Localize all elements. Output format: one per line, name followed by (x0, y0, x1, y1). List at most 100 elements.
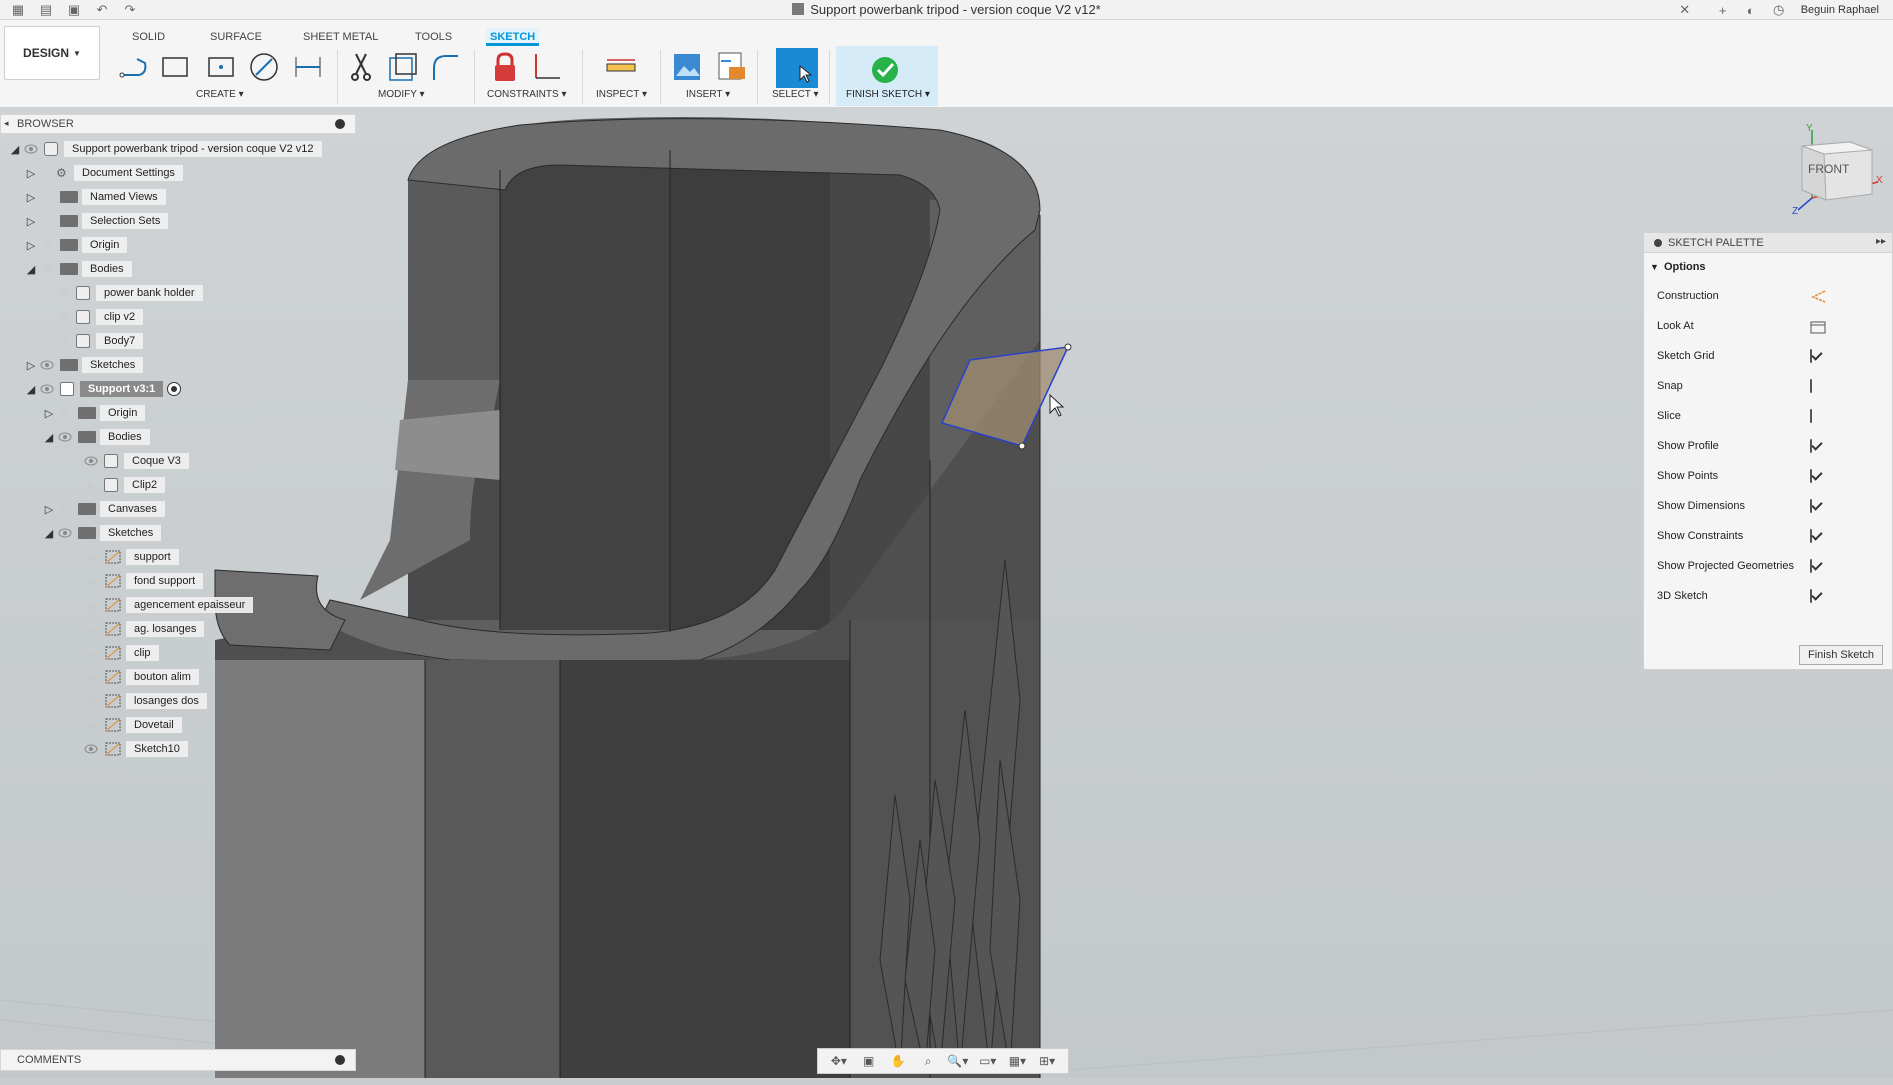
browser-header[interactable]: ◂ BROWSER (0, 114, 356, 134)
pin-panel-icon[interactable] (335, 119, 345, 129)
add-comment-icon[interactable] (335, 1055, 345, 1065)
show-profile-checkbox[interactable] (1810, 439, 1812, 453)
lock-constraint-icon[interactable] (488, 50, 522, 84)
viewports-icon[interactable]: ⊞▾ (1036, 1052, 1058, 1070)
option-show-projected-geometries[interactable]: Show Projected Geometries (1644, 551, 1892, 581)
trim-scissors-icon[interactable] (344, 50, 378, 84)
look-at-icon[interactable] (1810, 320, 1826, 334)
tree-item-body[interactable]: ◌ Body7 (54, 331, 144, 351)
visibility-eye-icon[interactable]: ◌ (82, 622, 100, 636)
tab-sheet-metal[interactable]: SHEET METAL (303, 28, 378, 46)
job-status-icon[interactable]: ◐ (1737, 0, 1765, 20)
visibility-eye-icon[interactable]: ◌ (82, 598, 100, 612)
option-sketch-grid[interactable]: Sketch Grid (1644, 341, 1892, 371)
show-dimensions-checkbox[interactable] (1810, 499, 1812, 513)
option-snap[interactable]: Snap (1644, 371, 1892, 401)
center-rectangle-tool-icon[interactable] (204, 50, 238, 84)
circle-tool-icon[interactable] (247, 50, 281, 84)
select-tool-button[interactable] (776, 48, 818, 88)
tree-item-body[interactable]: ◌ power bank holder (54, 283, 203, 303)
modify-menu[interactable]: MODIFY ▾ (378, 89, 425, 100)
offset-tool-icon[interactable] (386, 50, 420, 84)
visibility-eye-icon[interactable]: ◌ (82, 718, 100, 732)
option-show-constraints[interactable]: Show Constraints (1644, 521, 1892, 551)
tree-item-sketch[interactable]: ◌ ag. losanges (82, 619, 205, 639)
finish-sketch-button[interactable]: Finish Sketch (1799, 645, 1883, 665)
viewcube[interactable]: Y X Z FRONT (1790, 120, 1885, 220)
visibility-eye-icon[interactable] (22, 142, 40, 156)
tree-item-origin[interactable]: ▷ ◌ Origin (24, 235, 128, 255)
visibility-eye-icon[interactable]: ◌ (56, 406, 74, 420)
create-menu[interactable]: CREATE ▾ (196, 89, 244, 100)
tree-item-sketch[interactable]: ◌ support (82, 547, 179, 567)
collapse-panel-icon[interactable]: ◂ (4, 118, 9, 129)
collapse-triangle-icon[interactable]: ◢ (42, 430, 56, 444)
tree-item-sketch[interactable]: ◌ losanges dos (82, 691, 207, 711)
option-3d-sketch[interactable]: 3D Sketch (1644, 581, 1892, 611)
collapse-triangle-icon[interactable]: ▼ (1650, 262, 1659, 272)
expand-triangle-icon[interactable]: ▷ (24, 166, 38, 180)
close-tab-icon[interactable]: ✕ (1671, 0, 1699, 20)
expand-triangle-icon[interactable]: ▷ (42, 406, 56, 420)
visibility-eye-icon[interactable] (82, 742, 100, 756)
workspace-switcher[interactable]: DESIGN ▼ (4, 26, 100, 80)
look-at-icon[interactable]: ▣ (858, 1052, 880, 1070)
show-projected-geometries-checkbox[interactable] (1810, 559, 1812, 573)
tree-item-sketch[interactable]: ◌ Dovetail (82, 715, 182, 735)
sketch-grid-checkbox[interactable] (1810, 349, 1812, 363)
3d-sketch-checkbox[interactable] (1810, 589, 1812, 603)
tab-sketch[interactable]: SKETCH (486, 28, 540, 46)
tree-item-body[interactable]: ◌ Clip2 (82, 475, 166, 495)
tab-tools[interactable]: TOOLS (415, 28, 452, 46)
visibility-eye-icon[interactable]: ◌ (82, 550, 100, 564)
comments-panel[interactable]: COMMENTS (0, 1049, 356, 1071)
insert-menu[interactable]: INSERT ▾ (686, 89, 730, 100)
constraints-menu[interactable]: CONSTRAINTS ▾ (487, 89, 566, 100)
tree-item-body[interactable]: Coque V3 (82, 451, 189, 471)
visibility-eye-icon[interactable]: ◌ (54, 286, 72, 300)
tree-item-selection-sets[interactable]: ▷ Selection Sets (24, 211, 169, 231)
tree-item-canvases[interactable]: ▷ ◌ Canvases (42, 499, 165, 519)
visibility-eye-icon[interactable]: ◌ (82, 478, 100, 492)
tree-item-sketch[interactable]: ◌ clip (82, 643, 159, 663)
visibility-eye-icon[interactable]: ◌ (54, 310, 72, 324)
expand-triangle-icon[interactable]: ▷ (24, 190, 38, 204)
tree-item-body[interactable]: ◌ clip v2 (54, 307, 144, 327)
option-show-dimensions[interactable]: Show Dimensions (1644, 491, 1892, 521)
visibility-eye-icon[interactable] (38, 382, 56, 396)
tree-item-sketches[interactable]: ◢ Sketches (42, 523, 162, 543)
construction-toggle-icon[interactable] (1810, 290, 1826, 303)
orbit-icon[interactable]: ✥▾ (828, 1052, 850, 1070)
visibility-eye-icon[interactable] (82, 454, 100, 468)
tree-item-sketches[interactable]: ▷ Sketches (24, 355, 144, 375)
palette-pin-icon[interactable] (1654, 239, 1662, 247)
visibility-eye-icon[interactable]: ◌ (82, 574, 100, 588)
option-construction[interactable]: Construction (1644, 281, 1892, 311)
rectangle-tool-icon[interactable] (158, 50, 192, 84)
visibility-eye-icon[interactable]: ◌ (56, 502, 74, 516)
expand-triangle-icon[interactable]: ▷ (24, 238, 38, 252)
visibility-eye-icon[interactable] (56, 526, 74, 540)
collapse-triangle-icon[interactable]: ◢ (42, 526, 56, 540)
measure-icon[interactable] (604, 50, 638, 84)
zoom-window-icon[interactable]: 🔍▾ (947, 1052, 969, 1070)
visibility-eye-icon[interactable] (56, 430, 74, 444)
zoom-icon[interactable]: ⌕ (917, 1052, 939, 1070)
tree-item-sketch-active[interactable]: Sketch10 (82, 739, 188, 759)
clock-icon[interactable]: ◷ (1765, 0, 1793, 20)
perpendicular-constraint-icon[interactable] (530, 50, 564, 84)
option-show-profile[interactable]: Show Profile (1644, 431, 1892, 461)
show-constraints-checkbox[interactable] (1810, 529, 1812, 543)
expand-triangle-icon[interactable]: ▷ (42, 502, 56, 516)
collapse-triangle-icon[interactable]: ◢ (24, 382, 38, 396)
tree-item-named-views[interactable]: ▷ Named Views (24, 187, 166, 207)
option-slice[interactable]: Slice (1644, 401, 1892, 431)
snap-checkbox[interactable] (1810, 379, 1812, 393)
fillet-tool-icon[interactable] (428, 50, 462, 84)
user-name[interactable]: Beguin Raphael (1793, 4, 1893, 16)
tab-solid[interactable]: SOLID (132, 28, 165, 46)
activate-radio-icon[interactable] (167, 382, 182, 396)
expand-triangle-icon[interactable]: ▷ (24, 358, 38, 372)
visibility-eye-icon[interactable] (38, 358, 56, 372)
tree-root[interactable]: ◢ Support powerbank tripod - version coq… (8, 139, 322, 159)
